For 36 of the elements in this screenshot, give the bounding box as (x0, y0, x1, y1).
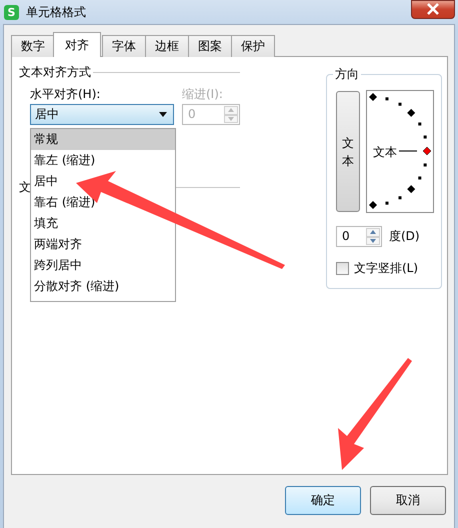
dial-text: 文本 (373, 144, 397, 161)
tab[interactable]: 图案 (188, 35, 232, 57)
degree-spinner[interactable]: 0 (336, 226, 382, 247)
up-arrow-icon (370, 230, 376, 234)
down-arrow-icon (228, 116, 234, 121)
down-arrow-icon (370, 238, 376, 243)
dropdown-option[interactable]: 常规 (31, 129, 175, 150)
horizontal-align-dropdown[interactable]: 居中 (30, 104, 174, 125)
dropdown-option[interactable]: 居中 (31, 171, 60, 192)
group-title: 文本对齐方式 (19, 64, 91, 81)
app-icon: S (4, 4, 19, 20)
tab[interactable]: 边框 (145, 35, 189, 57)
orientation-dial[interactable]: 文本 (366, 90, 434, 213)
field-label: 水平对齐(H): (30, 86, 102, 103)
dropdown-option[interactable]: 分散对齐 (缩进) (31, 276, 122, 297)
vertical-text-button[interactable]: 文本 (336, 91, 360, 212)
up-arrow-icon (228, 108, 234, 112)
tab[interactable]: 保护 (231, 35, 275, 57)
field-label: 缩进(I): (182, 86, 224, 103)
checkbox[interactable] (336, 262, 349, 275)
tab[interactable]: 对齐 (53, 32, 101, 57)
field-label: 度(D) (389, 228, 420, 245)
dialog-button[interactable]: 确定 (285, 486, 361, 515)
dropdown-option[interactable]: 填充 (31, 213, 60, 234)
checkbox-label: 文字竖排(L) (354, 260, 418, 277)
window-title: 单元格格式 (26, 4, 87, 20)
group-title: 文 (19, 179, 31, 196)
dropdown-option[interactable]: 两端对齐 (31, 234, 84, 255)
dropdown-option[interactable]: 靠左 (缩进) (31, 150, 98, 171)
close-icon (426, 3, 440, 15)
dropdown-option[interactable]: 跨列居中 (31, 255, 84, 276)
tab[interactable]: 数字 (11, 35, 55, 57)
caret-icon (159, 112, 167, 117)
close-button[interactable] (411, 0, 455, 18)
dialog-button[interactable]: 取消 (370, 486, 446, 515)
tab[interactable]: 字体 (102, 35, 146, 57)
